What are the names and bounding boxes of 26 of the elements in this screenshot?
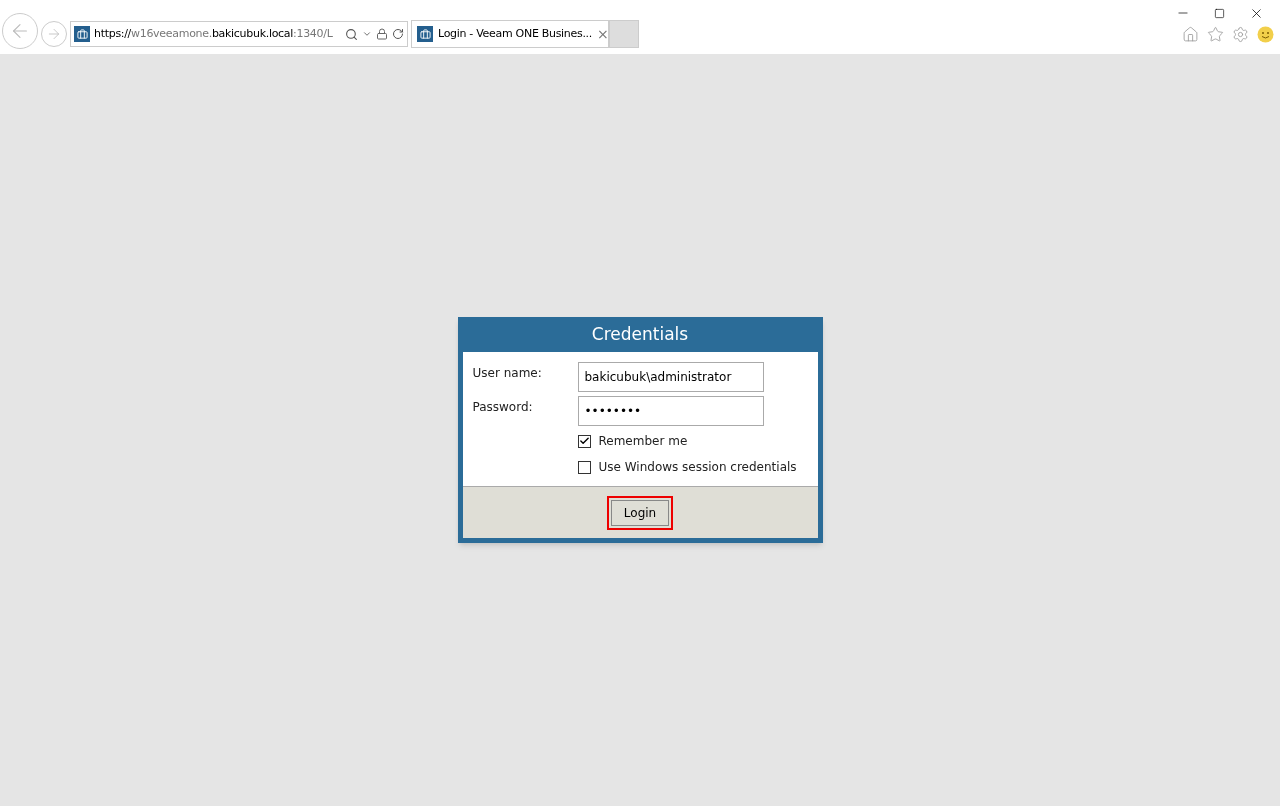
lock-icon xyxy=(376,28,388,40)
field-label: Password: xyxy=(472,399,534,416)
refresh-icon[interactable] xyxy=(392,28,404,40)
login-button[interactable]: Login xyxy=(610,499,670,526)
tab-close[interactable]: × xyxy=(597,23,609,45)
home-icon[interactable] xyxy=(1182,25,1199,43)
checkbox[interactable] xyxy=(577,460,591,474)
site-icon xyxy=(74,26,90,42)
tab-title: Login - Veeam ONE Busines... xyxy=(438,25,592,42)
browser-tab[interactable]: Login - Veeam ONE Busines... × xyxy=(411,20,609,48)
forward-arrow-icon xyxy=(46,26,62,42)
search-icon[interactable] xyxy=(345,27,358,41)
checkbox-label: Remember me xyxy=(598,433,688,450)
checkbox-label: Use Windows session credentials xyxy=(598,459,797,476)
smiley-icon[interactable] xyxy=(1257,25,1274,43)
checkbox[interactable] xyxy=(577,434,591,448)
field-label: User name: xyxy=(472,365,543,382)
url-text: https://w16veeamone.bakicubuk.local:1340/L xyxy=(94,25,333,42)
text-field[interactable]: •••••••• xyxy=(577,396,764,426)
dropdown-icon[interactable] xyxy=(362,29,372,39)
text-field[interactable]: bakicubuk\administrator xyxy=(577,362,764,392)
dialog-title: Credentials xyxy=(590,322,690,346)
address-bar[interactable]: https://w16veeamone.bakicubuk.local:1340/L xyxy=(70,21,408,47)
site-icon xyxy=(417,26,433,42)
maximize-icon[interactable] xyxy=(1214,7,1225,19)
favorites-icon[interactable] xyxy=(1207,25,1224,43)
